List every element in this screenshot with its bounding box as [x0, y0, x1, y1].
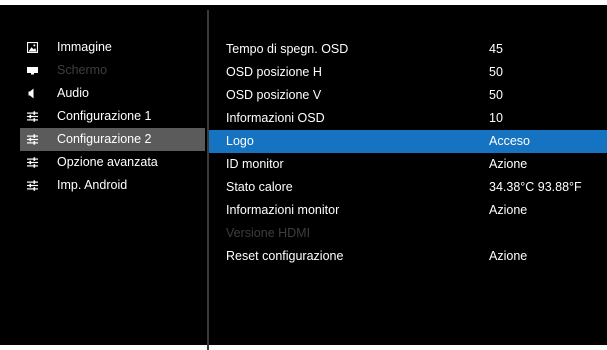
sidebar-item-label: Imp. Android — [57, 178, 128, 192]
image-icon — [27, 42, 38, 53]
speaker-icon — [28, 88, 34, 99]
setting-value: 50 — [489, 65, 503, 79]
setting-row-osd-posizione-v[interactable]: OSD posizione V 50 — [209, 84, 607, 107]
setting-row-id-monitor[interactable]: ID monitor Azione — [209, 153, 607, 176]
sidebar-item-audio[interactable]: Audio — [20, 82, 205, 105]
sidebar-item-configurazione-1[interactable]: Configurazione 1 — [20, 105, 205, 128]
setting-label: Reset configurazione — [226, 249, 344, 263]
sidebar-item-label: Audio — [57, 86, 89, 100]
sidebar-item-schermo[interactable]: Schermo — [20, 59, 205, 82]
setting-row-informazioni-monitor[interactable]: Informazioni monitor Azione — [209, 199, 607, 222]
sidebar-item-label: Opzione avanzata — [57, 155, 158, 169]
screen-icon — [27, 67, 38, 75]
sidebar-item-configurazione-2[interactable]: Configurazione 2 — [20, 128, 205, 151]
sliders-icon — [27, 111, 38, 122]
sidebar-item-label: Configurazione 2 — [57, 132, 152, 146]
setting-row-informazioni-osd[interactable]: Informazioni OSD 10 — [209, 107, 607, 130]
setting-row-osd-posizione-h[interactable]: OSD posizione H 50 — [209, 61, 607, 84]
sidebar-item-imp-android[interactable]: Imp. Android — [20, 174, 205, 197]
setting-row-reset-configurazione[interactable]: Reset configurazione Azione — [209, 245, 607, 268]
sidebar: Immagine Schermo Audio Configurazione 1 … — [20, 36, 205, 197]
setting-row-tempo-spegn-osd[interactable]: Tempo di spegn. OSD 45 — [209, 38, 607, 61]
setting-value: Azione — [489, 157, 528, 171]
setting-value: 50 — [489, 88, 503, 102]
settings-list: Tempo di spegn. OSD 45 OSD posizione H 5… — [209, 38, 607, 268]
setting-label: Tempo di spegn. OSD — [226, 42, 349, 56]
sidebar-item-label: Configurazione 1 — [57, 109, 152, 123]
setting-label: ID monitor — [226, 157, 284, 171]
sliders-icon — [27, 157, 38, 168]
setting-value: Azione — [489, 249, 528, 263]
setting-label: Versione HDMI — [226, 226, 311, 240]
sidebar-item-opzione-avanzata[interactable]: Opzione avanzata — [20, 151, 205, 174]
setting-value: Acceso — [489, 134, 530, 148]
setting-label: Informazioni OSD — [226, 111, 325, 125]
sidebar-item-label: Schermo — [57, 63, 108, 77]
setting-label: Logo — [226, 134, 254, 148]
setting-label: OSD posizione V — [226, 88, 322, 102]
setting-label: OSD posizione H — [226, 65, 322, 79]
sliders-icon — [27, 134, 38, 145]
setting-row-stato-calore: Stato calore 34.38°C 93.88°F — [209, 176, 607, 199]
setting-label: Informazioni monitor — [226, 203, 340, 217]
sidebar-item-label: Immagine — [57, 40, 112, 54]
setting-value: 45 — [489, 42, 503, 56]
setting-label: Stato calore — [226, 180, 293, 194]
osd-menu: Immagine Schermo Audio Configurazione 1 … — [0, 5, 607, 350]
setting-value: 34.38°C 93.88°F — [489, 180, 582, 194]
setting-value: 10 — [489, 111, 503, 125]
setting-row-versione-hdmi: Versione HDMI — [209, 222, 607, 245]
sliders-icon — [27, 180, 38, 191]
setting-value: Azione — [489, 203, 528, 217]
setting-row-logo[interactable]: Logo Acceso — [209, 130, 607, 153]
sidebar-item-immagine[interactable]: Immagine — [20, 36, 205, 59]
